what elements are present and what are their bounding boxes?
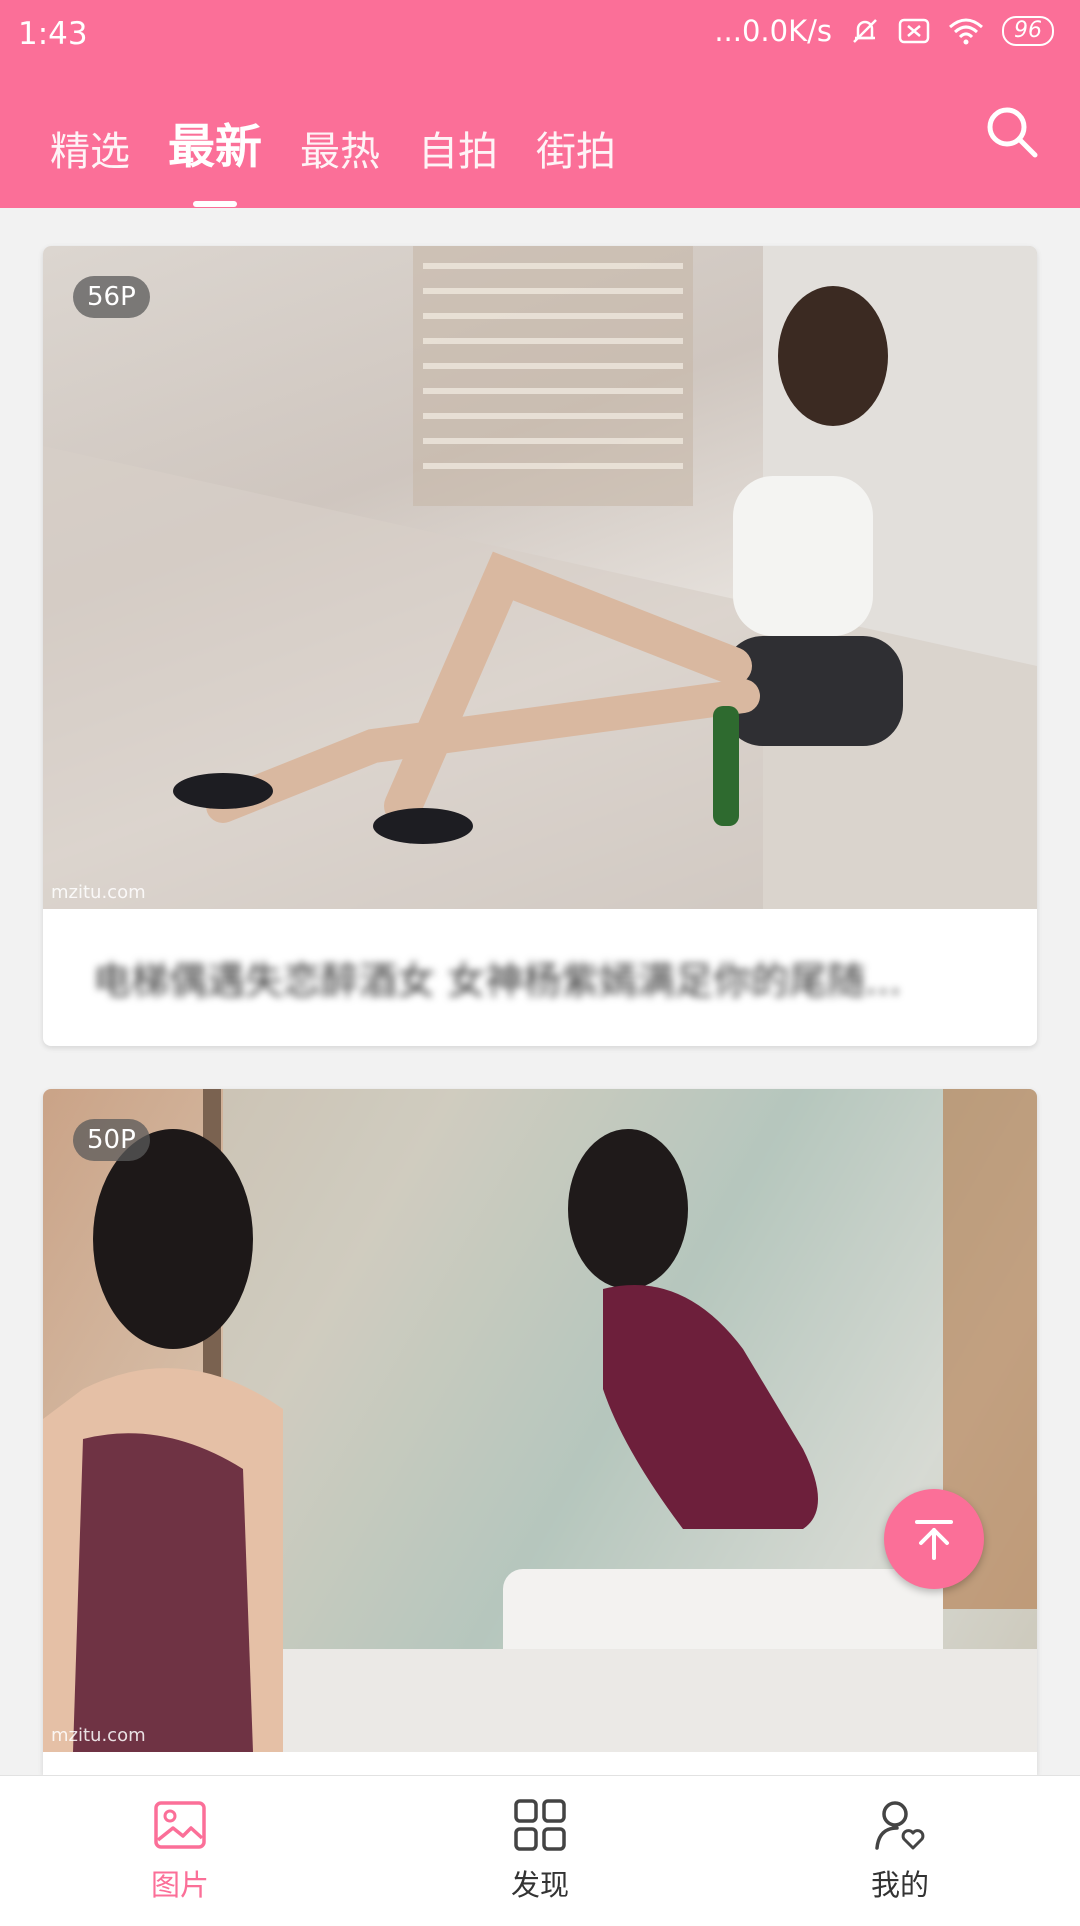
bottom-navigation: 图片 发现 我的 [0,1775,1080,1926]
tab-zuixin[interactable]: 最新 [168,108,262,177]
nav-item-images[interactable]: 图片 [0,1776,360,1926]
grid-icon [514,1799,566,1851]
tab-zipai[interactable]: 自拍 [418,119,498,177]
arrow-up-to-top-icon [915,1520,953,1560]
nav-label-profile: 我的 [870,1868,929,1902]
gallery-title[interactable]: 电梯偶遇失恋醉酒女 女神杨紫嫣满足你的尾随... [43,909,1037,1046]
tab-zuire[interactable]: 最热 [300,119,380,177]
tab-jingxuan[interactable]: 精选 [50,119,130,177]
image-icon [154,1801,206,1849]
watermark: mzitu.com [51,1725,146,1746]
status-icons: ...0.0K/s 96 [714,14,1054,48]
tab-jiepai[interactable]: 街拍 [536,119,616,177]
photo-count-badge: 50P [73,1119,150,1161]
profile-icon [875,1801,925,1850]
gallery-cover-image[interactable]: 50P mzitu.com [43,1089,1037,1752]
photo-illustration [43,246,1037,909]
photo-illustration [43,1089,1037,1752]
wifi-icon [949,18,983,45]
battery-icon: 96 [1002,16,1054,46]
status-time: 1:43 [18,16,88,52]
gallery-cover-image[interactable]: 56P mzitu.com [43,246,1037,909]
network-speed: ...0.0K/s [714,14,832,48]
sim-icon [898,18,930,44]
nav-label-discover: 发现 [510,1868,569,1902]
gallery-card[interactable]: 50P mzitu.com [43,1089,1037,1775]
nav-item-discover[interactable]: 发现 [360,1776,720,1926]
gallery-card[interactable]: 56P mzitu.com 电梯偶遇失恋醉酒女 女神杨紫嫣满足你的尾随... [43,246,1037,1046]
photo-count-badge: 56P [73,276,150,318]
status-bar: 1:43 ...0.0K/s 96 [0,0,1080,72]
nav-label-images: 图片 [150,1868,209,1902]
watermark: mzitu.com [51,882,146,903]
search-icon[interactable] [982,102,1042,162]
category-tabs: 精选 最新 最热 自拍 街拍 [50,108,616,177]
nav-item-profile[interactable]: 我的 [720,1776,1080,1926]
mute-bell-icon [853,19,877,43]
top-app-bar: 精选 最新 最热 自拍 街拍 [0,72,1080,208]
scroll-to-top-button[interactable] [884,1489,984,1589]
